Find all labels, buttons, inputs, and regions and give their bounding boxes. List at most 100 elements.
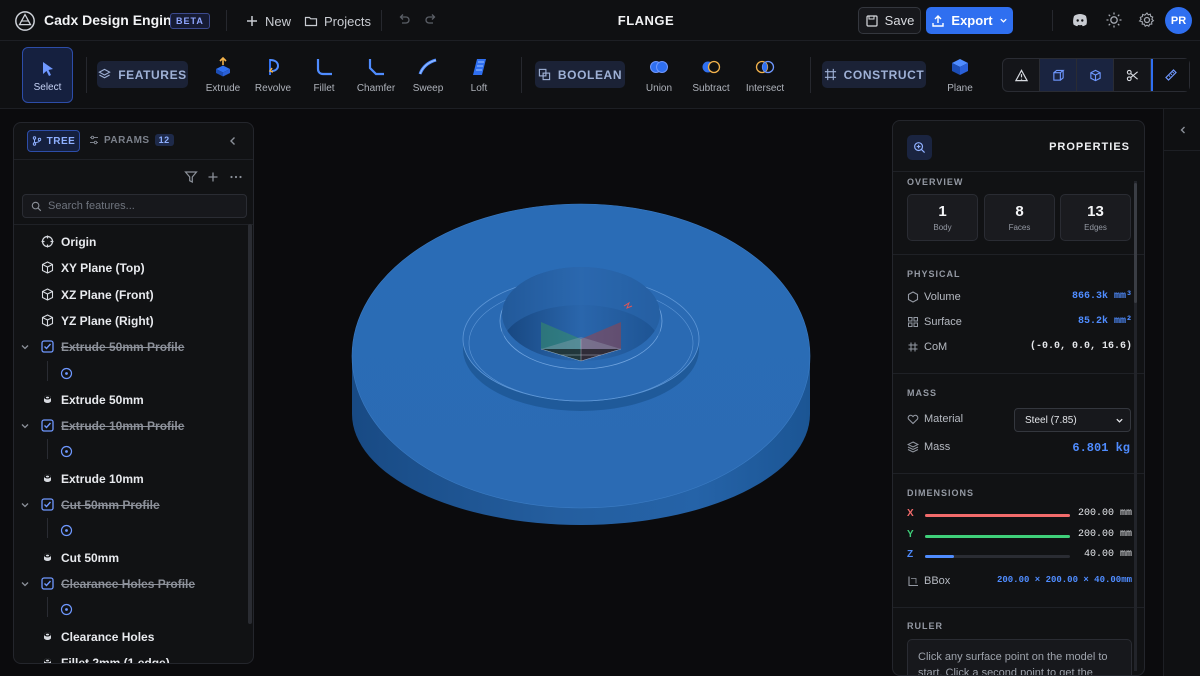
save-button[interactable]: Save bbox=[858, 7, 921, 34]
plane-icon bbox=[41, 314, 54, 327]
tree-item-label: Origin bbox=[61, 235, 97, 249]
ruler-view-button[interactable] bbox=[1151, 59, 1189, 91]
tree-item-sketch-circle[interactable] bbox=[14, 597, 246, 623]
3d-viewport[interactable] bbox=[260, 109, 885, 676]
sweep-tool[interactable]: Sweep bbox=[400, 56, 456, 94]
chevron-down-icon bbox=[1116, 418, 1123, 423]
tree-item[interactable]: XZ Plane (Front) bbox=[14, 282, 246, 308]
feature-icon bbox=[44, 553, 51, 561]
plane-tool[interactable]: Plane bbox=[932, 56, 988, 94]
tree-scrollbar[interactable] bbox=[248, 224, 252, 624]
tab-tree[interactable]: TREE bbox=[27, 130, 80, 152]
chamfer-tool[interactable]: Chamfer bbox=[348, 56, 404, 94]
discord-icon[interactable] bbox=[1071, 11, 1089, 29]
tree-item-sketch-circle[interactable] bbox=[14, 518, 246, 544]
properties-title: PROPERTIES bbox=[1049, 141, 1130, 153]
revolve-tool[interactable]: Revolve bbox=[245, 56, 301, 94]
tree-item[interactable]: Cut 50mm bbox=[14, 545, 246, 571]
divider bbox=[226, 10, 227, 31]
loft-tool[interactable]: Loft bbox=[451, 56, 507, 94]
intersect-tool[interactable]: Intersect bbox=[737, 56, 793, 94]
export-label: Export bbox=[951, 13, 993, 28]
subtract-icon bbox=[702, 60, 721, 74]
divider bbox=[893, 171, 1144, 172]
subtract-tool[interactable]: Subtract bbox=[683, 56, 739, 94]
checkbox-icon[interactable] bbox=[41, 577, 54, 590]
features-mode-button[interactable]: FEATURES bbox=[97, 61, 188, 88]
tree-item-label: Cut 50mm Profile bbox=[61, 498, 160, 512]
checkbox-icon[interactable] bbox=[41, 340, 54, 353]
more-icon[interactable] bbox=[229, 170, 243, 184]
construct-mode-button[interactable]: CONSTRUCT bbox=[822, 61, 926, 88]
redo-icon[interactable] bbox=[424, 13, 438, 27]
tree-item[interactable]: Extrude 10mm bbox=[14, 466, 246, 492]
tree-item[interactable]: Extrude 50mm Profile bbox=[14, 334, 246, 360]
union-icon bbox=[650, 61, 668, 73]
boolean-mode-button[interactable]: BOOLEAN bbox=[535, 61, 625, 88]
tab-params[interactable]: PARAMS 12 bbox=[89, 134, 174, 146]
ruler-instructions: Click any surface point on the model to … bbox=[907, 639, 1132, 675]
tree-item[interactable]: Extrude 10mm Profile bbox=[14, 413, 246, 439]
sun-icon[interactable] bbox=[1105, 11, 1123, 29]
box-solid-icon bbox=[1089, 69, 1101, 81]
tree-item[interactable]: Clearance Holes bbox=[14, 624, 246, 650]
tree-item[interactable]: Origin bbox=[14, 229, 246, 255]
chevron-down-icon[interactable] bbox=[20, 500, 30, 510]
side-drawer bbox=[1163, 109, 1200, 676]
chevron-down-icon[interactable] bbox=[20, 342, 30, 352]
feature-icon bbox=[44, 395, 51, 403]
document-title[interactable]: FLANGE bbox=[600, 13, 692, 28]
expand-drawer-button[interactable] bbox=[1164, 109, 1200, 151]
tree-item-sketch-circle[interactable] bbox=[14, 360, 246, 387]
projects-button[interactable]: Projects bbox=[304, 10, 371, 32]
select-tool[interactable]: Select bbox=[22, 47, 73, 103]
checkbox-icon[interactable] bbox=[41, 419, 54, 432]
dimension-bar-fill bbox=[925, 514, 1070, 517]
chevron-down-icon[interactable] bbox=[20, 579, 30, 589]
collapse-panel-icon[interactable] bbox=[226, 134, 240, 148]
feature-icon bbox=[44, 474, 51, 482]
save-label: Save bbox=[884, 13, 915, 28]
tree-item-sketch-circle[interactable] bbox=[14, 439, 246, 465]
tree-item[interactable]: XY Plane (Top) bbox=[14, 255, 246, 281]
app-name: Cadx Design Engine bbox=[44, 12, 180, 28]
warning-view-button[interactable] bbox=[1003, 59, 1040, 91]
faces-count: 8 bbox=[1015, 203, 1024, 220]
params-count-badge: 12 bbox=[154, 134, 174, 146]
tree-item[interactable]: Cut 50mm Profile bbox=[14, 492, 246, 518]
search-icon bbox=[31, 201, 42, 211]
section-view-button[interactable] bbox=[1114, 59, 1151, 91]
avatar[interactable]: PR bbox=[1165, 7, 1192, 34]
tree-item[interactable]: Fillet 2mm (1 edge) bbox=[14, 650, 246, 663]
checkbox-icon[interactable] bbox=[41, 498, 54, 511]
union-tool[interactable]: Union bbox=[631, 56, 687, 94]
material-select[interactable]: Steel (7.85) bbox=[1014, 408, 1131, 432]
chevron-down-icon[interactable] bbox=[20, 421, 30, 431]
add-icon[interactable] bbox=[206, 170, 220, 184]
filter-icon[interactable] bbox=[184, 170, 198, 184]
extrude-tool[interactable]: Extrude bbox=[195, 56, 251, 94]
dimension-value: 200.00 mm bbox=[1077, 508, 1132, 519]
tree-item[interactable]: Clearance Holes Profile bbox=[14, 571, 246, 597]
new-button[interactable]: New bbox=[245, 10, 291, 32]
solid-view-button[interactable] bbox=[1077, 59, 1114, 91]
fillet-tool[interactable]: Fillet bbox=[296, 56, 352, 94]
tree-item-label: Extrude 50mm bbox=[61, 392, 144, 407]
export-button[interactable]: Export bbox=[926, 7, 1013, 34]
flange-model[interactable] bbox=[260, 109, 885, 676]
tree-item[interactable]: Extrude 50mm bbox=[14, 387, 246, 413]
plus-icon bbox=[247, 16, 257, 26]
undo-icon[interactable] bbox=[397, 13, 411, 27]
tree-item[interactable]: YZ Plane (Right) bbox=[14, 308, 246, 334]
volume-value: 866.3k mm³ bbox=[1071, 291, 1132, 302]
box-wire-icon bbox=[1052, 69, 1065, 81]
wireframe-view-button[interactable] bbox=[1040, 59, 1077, 91]
gear-icon[interactable] bbox=[1138, 11, 1156, 29]
tree-item-label: Extrude 10mm bbox=[61, 471, 144, 486]
properties-scroll-thumb[interactable] bbox=[1134, 183, 1137, 303]
zoom-to-fit-button[interactable] bbox=[907, 135, 932, 160]
ruler-icon bbox=[1165, 69, 1177, 81]
fillet-icon bbox=[316, 59, 332, 76]
chamfer-icon bbox=[368, 59, 384, 76]
search-features-input[interactable]: Search features... bbox=[22, 194, 247, 218]
